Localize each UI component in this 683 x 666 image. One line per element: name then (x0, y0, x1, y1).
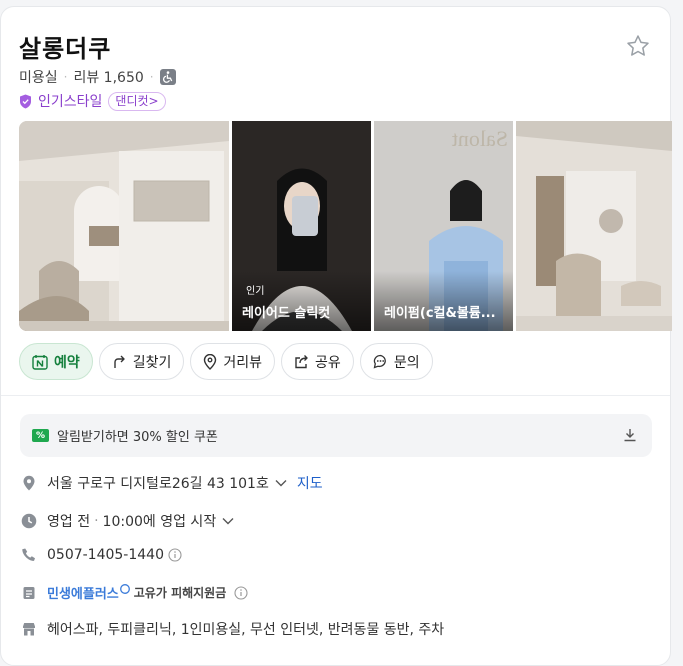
address-text[interactable]: 서울 구로구 디지털로26길 43 101호 (47, 473, 269, 493)
place-card: 살롱더쿠 미용실 · 리뷰 1,650 · 인기스타일 댄디컷> 인기 레이어드… (0, 6, 672, 666)
chevron-down-icon[interactable] (222, 517, 234, 525)
share-icon (295, 355, 308, 369)
separator-dot: · (149, 70, 154, 84)
interior-illustration (516, 121, 672, 331)
photo-caption: 레이펌(c컬&볼륨... (384, 306, 496, 321)
meta-row: 미용실 · 리뷰 1,650 · (19, 67, 176, 87)
share-button[interactable]: 공유 (281, 343, 354, 380)
promo-row: 민생에플러스 고유가 피해지원금 (21, 583, 248, 602)
streetview-button[interactable]: 거리뷰 (190, 343, 276, 380)
hours-status: 영업 전 (47, 514, 91, 530)
share-label: 공유 (315, 354, 341, 371)
photo-style-1[interactable]: 인기 레이어드 슬릭컷 (232, 121, 371, 331)
download-icon[interactable] (622, 427, 638, 443)
section-divider (1, 395, 670, 396)
inquiry-button[interactable]: 문의 (359, 343, 433, 380)
photo-caption: 레이어드 슬릭컷 (242, 306, 331, 321)
hours-text[interactable]: 10:00에 영업 시작 (103, 511, 217, 531)
photo-shade (232, 271, 371, 331)
map-link[interactable]: 지도 (297, 473, 323, 493)
shield-icon (20, 94, 31, 108)
clock-icon (21, 513, 37, 529)
store-icon (23, 623, 35, 636)
reserve-label: 예약 (54, 354, 80, 371)
address-row: 서울 구로구 디지털로26길 43 101호 지도 (21, 473, 323, 493)
coupon-percent-icon: % (32, 429, 49, 442)
svg-text:Salont: Salont (452, 126, 508, 151)
star-icon[interactable] (625, 33, 651, 59)
photo-style-2[interactable]: Salont 레이펌(c컬&볼륨... (374, 121, 513, 331)
chevron-down-icon[interactable] (275, 479, 287, 487)
category-label: 미용실 (19, 70, 58, 86)
directions-label: 길찾기 (132, 354, 172, 371)
amenities-text: 헤어스파, 두피클리닉, 1인미용실, 무선 인터넷, 반려동물 동반, 주차 (47, 622, 445, 638)
coupon-banner[interactable]: % 알림받기하면 30% 할인 쿠폰 (20, 414, 652, 457)
directions-icon (114, 355, 125, 368)
phone-number[interactable]: 0507-1405-1440 (47, 547, 164, 563)
separator-dot: · (63, 70, 68, 84)
info-icon[interactable] (234, 585, 248, 600)
review-count-link[interactable]: 리뷰 1,650 (73, 67, 143, 87)
separator-dot: · (94, 513, 99, 529)
promo-text: 고유가 피해지원금 (133, 586, 227, 600)
photo-interior-1[interactable] (19, 121, 229, 331)
phone-row: 0507-1405-1440 (21, 547, 182, 563)
info-icon[interactable] (168, 548, 182, 562)
reserve-button[interactable]: 예약 (19, 343, 93, 380)
chat-bubble-icon (373, 354, 386, 369)
location-pin-icon (204, 353, 217, 370)
style-tag[interactable]: 댄디컷> (108, 91, 166, 111)
phone-icon (22, 548, 35, 561)
directions-button[interactable]: 길찾기 (98, 343, 185, 380)
popular-style-label: 인기스타일 (38, 94, 103, 110)
coupon-text: 알림받기하면 30% 할인 쿠폰 (57, 430, 218, 445)
streetview-label: 거리뷰 (223, 354, 263, 371)
place-title: 살롱더쿠 (19, 35, 112, 63)
wheelchair-icon (159, 69, 176, 85)
photo-shade (374, 271, 513, 331)
popular-badge: 인기 (246, 286, 265, 297)
photo-interior-2[interactable] (516, 121, 672, 331)
action-bar: 예약 길찾기 거리뷰 공유 문의 (19, 343, 433, 380)
location-pin-icon (23, 475, 35, 491)
naver-calendar-icon (32, 354, 48, 370)
photo-strip: 인기 레이어드 슬릭컷 Salont 레이펌(c컬&볼륨... (19, 121, 672, 331)
amenities-row: 헤어스파, 두피클리닉, 1인미용실, 무선 인터넷, 반려동물 동반, 주차 (21, 619, 444, 639)
interior-illustration (19, 121, 229, 331)
hours-row: 영업 전 · 10:00에 영업 시작 (21, 511, 234, 531)
inquiry-label: 문의 (393, 354, 420, 371)
popular-style-row[interactable]: 인기스타일 댄디컷> (19, 91, 166, 111)
promo-brand: 민생에플러스 (47, 587, 119, 602)
plus-circle-icon (119, 583, 130, 594)
notice-icon (23, 586, 35, 599)
